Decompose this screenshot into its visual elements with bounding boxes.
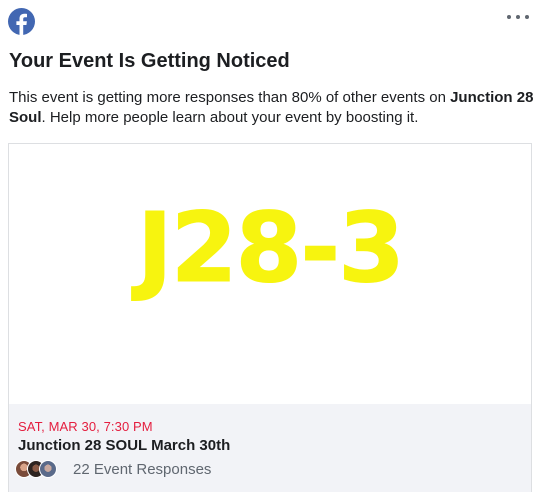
avatar-3 <box>39 460 57 478</box>
event-info[interactable]: SAT, MAR 30, 7:30 PM Junction 28 SOUL Ma… <box>9 404 531 492</box>
event-cover-image[interactable]: J28-3 <box>9 144 531 404</box>
dot <box>516 15 520 19</box>
description-prefix: This event is getting more responses tha… <box>9 89 451 106</box>
event-responses-count[interactable]: 22 Event Responses <box>73 461 211 478</box>
notice-description: This event is getting more responses tha… <box>9 88 534 128</box>
description-suffix: . Help more people learn about your even… <box>41 109 419 126</box>
facebook-logo-icon[interactable] <box>8 8 35 35</box>
dot <box>525 15 529 19</box>
event-card[interactable]: J28-3 SAT, MAR 30, 7:30 PM Junction 28 S… <box>8 143 532 492</box>
event-name[interactable]: Junction 28 SOUL March 30th <box>18 437 230 454</box>
dot <box>507 15 511 19</box>
notice-title: Your Event Is Getting Noticed <box>9 50 290 72</box>
event-date: SAT, MAR 30, 7:30 PM <box>18 419 153 434</box>
responder-avatars <box>15 460 65 478</box>
cover-image-text: J28-3 <box>131 192 403 304</box>
more-options-icon[interactable] <box>507 10 529 24</box>
